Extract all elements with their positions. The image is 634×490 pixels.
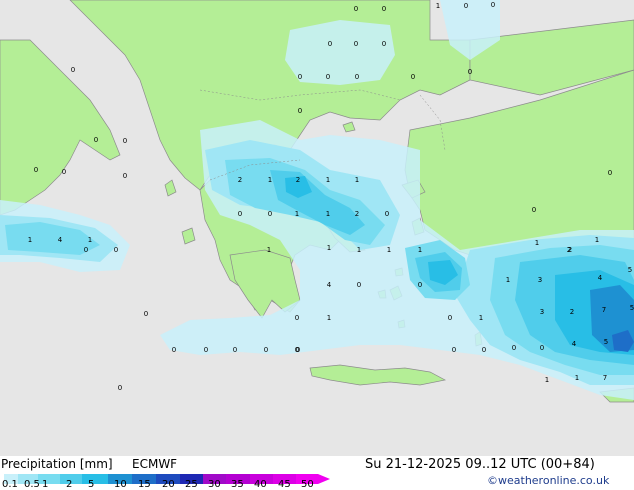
map-value-label: 0 xyxy=(295,314,299,322)
map-value-label: 0 xyxy=(34,166,38,174)
map-value-label: 0 xyxy=(357,281,361,289)
map-value-label: 0 xyxy=(94,136,98,144)
legend-tick-label: 0.1 xyxy=(2,479,18,490)
legend-tick-label: 10 xyxy=(114,479,127,490)
map-value-label: 0 xyxy=(71,66,75,74)
map-value-label: 0 xyxy=(62,168,66,176)
map-value-label: 1 xyxy=(327,314,331,322)
map-value-label: 0 xyxy=(540,344,544,352)
map-value-label: 0 xyxy=(114,246,118,254)
map-value-label: 0 xyxy=(382,5,386,13)
map-value-label: 0 xyxy=(385,210,389,218)
map-value-label: 0 xyxy=(123,137,127,145)
map-value-label: 0 xyxy=(123,172,127,180)
legend-tick-label: 45 xyxy=(278,479,291,490)
valid-time-label: Su 21-12-2025 09..12 UTC (00+84) xyxy=(365,457,595,472)
map-value-label: 1 xyxy=(436,2,440,10)
map-value-label: 0 xyxy=(204,346,208,354)
legend-tick-label: 40 xyxy=(254,479,267,490)
map-value-label: 5 xyxy=(604,338,608,346)
map-value-label: 0 xyxy=(355,73,359,81)
map-value-label: 1 xyxy=(595,236,599,244)
map-value-label: 1 xyxy=(575,374,579,382)
map-value-label: 0 xyxy=(608,169,612,177)
legend-tick-label: 5 xyxy=(88,479,95,490)
map-value-label: 0 xyxy=(172,346,176,354)
map-value-label: 4 xyxy=(58,236,63,244)
legend-tick-label: 50 xyxy=(301,479,314,490)
legend-arrow xyxy=(318,474,330,484)
map-value-label: 5 xyxy=(628,266,632,274)
map-value-label: 4 xyxy=(572,340,577,348)
map-value-label: 1 xyxy=(326,210,330,218)
map-value-label: 3 xyxy=(540,308,544,316)
legend-tick-label: 35 xyxy=(231,479,244,490)
map-value-label: 1 xyxy=(295,210,299,218)
map-value-label: 1 xyxy=(28,236,32,244)
model-label: ECMWF xyxy=(132,457,178,471)
map-value-label: 0 xyxy=(238,210,242,218)
map-value-label: 0 xyxy=(268,210,272,218)
map-value-label: 0 xyxy=(468,68,472,76)
map-value-label: 0 xyxy=(382,40,386,48)
map-value-label: 7 xyxy=(603,374,607,382)
legend-swatch xyxy=(82,474,108,484)
map-value-label: 1 xyxy=(327,244,331,252)
map-value-label: 2 xyxy=(570,308,574,316)
map-value-label: 1 xyxy=(268,176,272,184)
map-value-label: 1 xyxy=(357,246,361,254)
legend-area: Precipitation [mm] ECMWF Su 21-12-2025 0… xyxy=(0,456,634,490)
map-value-label: 1 xyxy=(418,246,422,254)
map-value-label: 7 xyxy=(602,306,606,314)
map-value-label: 0 xyxy=(264,346,268,354)
map-value-label: 0 xyxy=(532,206,536,214)
map-value-label: 0 xyxy=(411,73,415,81)
map-value-label: 2 xyxy=(238,176,242,184)
map-value-label: 0 xyxy=(84,246,88,254)
map-value-label: 0 xyxy=(482,346,486,354)
map-value-label: 1 xyxy=(267,246,271,254)
map-value-label: 0 xyxy=(298,107,302,115)
map-value-label: 1 xyxy=(88,236,92,244)
map-value-label: 1 xyxy=(326,176,330,184)
legend-tick-label: 2 xyxy=(66,479,73,490)
map-value-label: 0 xyxy=(512,344,516,352)
legend-tick-label: 25 xyxy=(185,479,198,490)
map-value-label: 0 xyxy=(296,346,300,354)
map-value-label: 0 xyxy=(464,2,468,10)
legend-tick-label: 30 xyxy=(208,479,221,490)
precipitation-map: 0 0 1 0 0 0 0 0 0 0 0 0 0 0 0 0 0 0 0 0 2 1 2 1 1 0 0 1 1 2 0 1 4 1 0 0 1 1 1 1… xyxy=(0,0,634,456)
map-value-label: 0 xyxy=(448,314,452,322)
map-value-label: 1 xyxy=(545,376,549,384)
map-value-label: 5 xyxy=(630,304,634,312)
credit-label: ©weatheronline.co.uk xyxy=(487,474,610,487)
map-value-label: 0 xyxy=(452,346,456,354)
map-value-label: 1 xyxy=(479,314,483,322)
map-value-label: 0 xyxy=(328,40,332,48)
legend-tick-label: 1 xyxy=(42,479,49,490)
map-value-label: 4 xyxy=(598,274,603,282)
map-value-label: 1 xyxy=(535,239,539,247)
map-value-label: 0 xyxy=(298,73,302,81)
legend-tick-label: 0.5 xyxy=(24,479,40,490)
map-value-label: 0 xyxy=(418,281,422,289)
map-value-label: 0 xyxy=(354,5,358,13)
map-value-label: 2 xyxy=(296,176,300,184)
map-value-label: 2 xyxy=(568,246,572,254)
legend-tick-label: 20 xyxy=(162,479,175,490)
title-label: Precipitation [mm] xyxy=(1,457,113,471)
map-value-label: 0 xyxy=(491,1,495,9)
legend-tick-label: 15 xyxy=(138,479,151,490)
map-value-label: 0 xyxy=(144,310,148,318)
map-value-label: 0 xyxy=(326,73,330,81)
map-value-label: 1 xyxy=(355,176,359,184)
map-value-label: 0 xyxy=(233,346,237,354)
map-value-label: 0 xyxy=(354,40,358,48)
map-value-label: 0 xyxy=(118,384,122,392)
map-value-label: 4 xyxy=(327,281,332,289)
map-value-label: 2 xyxy=(355,210,359,218)
map-value-label: 1 xyxy=(506,276,510,284)
map-value-label: 3 xyxy=(538,276,542,284)
map-value-label: 1 xyxy=(387,246,391,254)
